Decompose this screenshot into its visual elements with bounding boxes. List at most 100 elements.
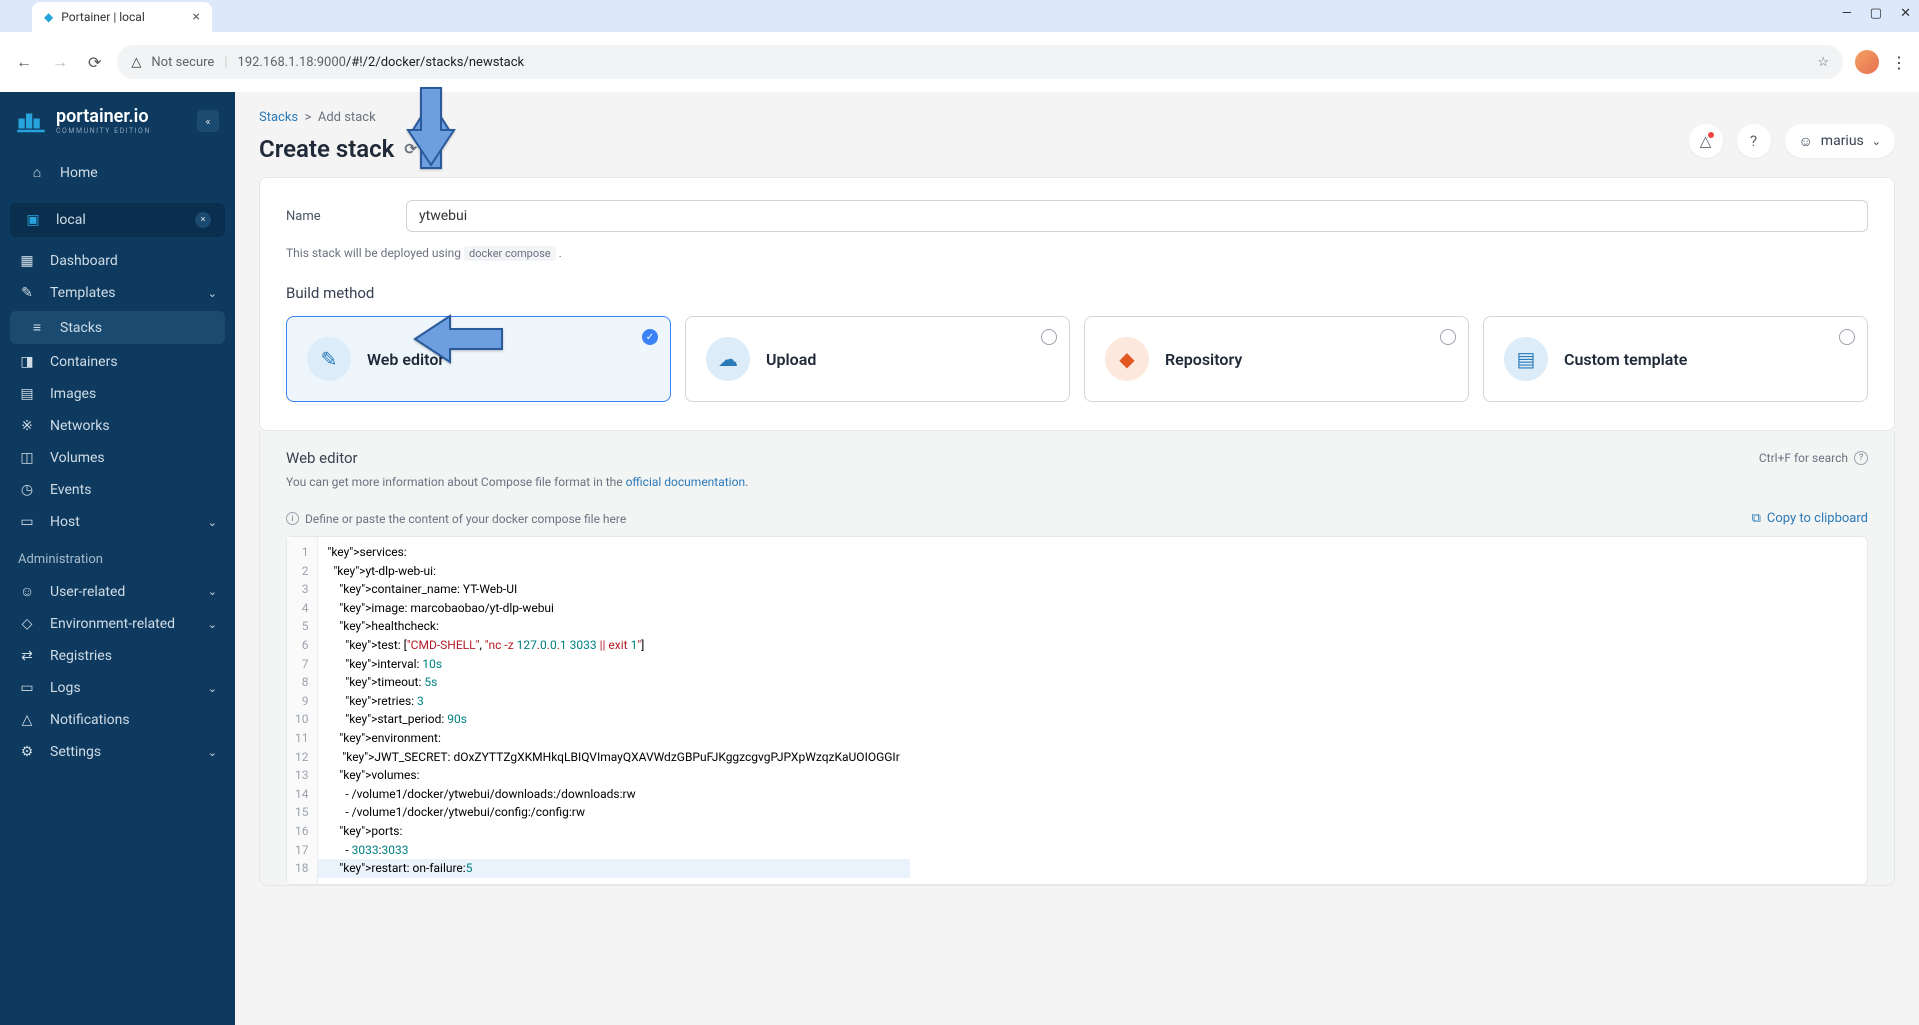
chevron-down-icon: ⌄ — [208, 287, 217, 300]
nav-volumes[interactable]: ◫Volumes — [0, 442, 235, 474]
nav-label: Stacks — [60, 320, 102, 336]
build-method-upload[interactable]: ☁ Upload — [685, 316, 1070, 402]
window-controls: — ▢ ✕ — [1842, 6, 1911, 21]
nav-label: Host — [50, 514, 80, 530]
nav-label: Dashboard — [50, 253, 118, 269]
annotation-arrow-name — [396, 80, 466, 174]
chevron-down-icon: ⌄ — [208, 746, 217, 759]
nav-images[interactable]: ▤Images — [0, 378, 235, 410]
user-icon: ☺ — [1799, 133, 1813, 150]
host-icon: ▭ — [18, 514, 36, 530]
build-label: Custom template — [1564, 350, 1687, 369]
registries-icon: ⇄ — [18, 648, 36, 664]
nav-registries[interactable]: ⇄ Registries — [0, 640, 235, 672]
nav-networks[interactable]: ※Networks — [0, 410, 235, 442]
docs-link[interactable]: official documentation — [626, 475, 746, 489]
nav-label: Registries — [50, 648, 112, 664]
build-label: Upload — [766, 350, 816, 369]
tab-close-icon[interactable]: × — [193, 9, 200, 25]
tab-favicon: ◆ — [44, 10, 53, 24]
help-button[interactable]: ? — [1737, 124, 1771, 158]
radio-icon — [1041, 329, 1057, 345]
gear-icon: ⚙ — [18, 744, 36, 760]
back-icon[interactable]: ← — [12, 48, 36, 76]
build-label: Repository — [1165, 350, 1242, 369]
nav-label: Templates — [50, 285, 116, 301]
nav-label: User-related — [50, 584, 125, 600]
minimize-icon[interactable]: — — [1842, 6, 1852, 21]
breadcrumb-current: Add stack — [318, 110, 376, 125]
nav-env-related[interactable]: ◇Environment-related⌄ — [0, 608, 235, 640]
stacks-icon: ≡ — [28, 319, 46, 336]
reload-icon[interactable]: ⟳ — [84, 49, 105, 76]
code-content[interactable]: "key">services: "key">yt-dlp-web-ui: "ke… — [318, 537, 910, 884]
search-hint: Ctrl+F for search ? — [1759, 451, 1868, 465]
nav-user-related[interactable]: ☺User-related⌄ — [0, 575, 235, 608]
forward-icon[interactable]: → — [48, 48, 72, 76]
security-label: Not secure — [151, 55, 214, 70]
nav-host[interactable]: ▭Host⌄ — [0, 506, 235, 538]
copy-to-clipboard-button[interactable]: ⧉ Copy to clipboard — [1752, 511, 1868, 526]
env-icon: ◇ — [18, 616, 36, 632]
logo-icon — [16, 106, 46, 136]
nav-home[interactable]: ⌂ Home — [10, 156, 225, 189]
nav-label: Containers — [50, 354, 118, 370]
maximize-icon[interactable]: ▢ — [1870, 6, 1882, 21]
nav-label: Settings — [50, 744, 101, 760]
nav-label: Home — [60, 165, 98, 181]
chevron-down-icon: ⌄ — [208, 682, 217, 695]
url-bar[interactable]: △ Not secure | 192.168.1.18:9000/#!/2/do… — [117, 45, 1843, 79]
nav-templates[interactable]: ✎Templates⌄ — [0, 277, 235, 309]
close-window-icon[interactable]: ✕ — [1900, 6, 1911, 21]
build-method-repository[interactable]: ◆ Repository — [1084, 316, 1469, 402]
url-path: /#!/2/docker/stacks/newstack — [346, 55, 524, 70]
nav-label: Notifications — [50, 712, 130, 728]
user-name: marius — [1821, 133, 1864, 149]
nav-containers[interactable]: ◨ Containers — [0, 346, 235, 378]
breadcrumb-root[interactable]: Stacks — [259, 110, 298, 125]
breadcrumb: Stacks > Add stack — [259, 110, 417, 125]
nav-dashboard[interactable]: ▦Dashboard — [0, 245, 235, 277]
logo-text: portainer.io — [56, 108, 151, 126]
user-menu-button[interactable]: ☺ marius ⌄ — [1785, 124, 1896, 158]
build-method-custom-template[interactable]: ▤ Custom template — [1483, 316, 1868, 402]
collapse-sidebar-button[interactable]: « — [197, 110, 219, 132]
radio-icon — [1440, 329, 1456, 345]
notifications-button[interactable]: △ — [1689, 124, 1723, 158]
browser-chrome: ◆ Portainer | local × — ▢ ✕ ← → ⟳ △ Not … — [0, 0, 1919, 92]
browser-tab[interactable]: ◆ Portainer | local × — [32, 2, 212, 32]
url-host: 192.168.1.18:9000 — [238, 55, 346, 70]
deploy-hint: This stack will be deployed using docker… — [286, 246, 1868, 260]
editor-info: You can get more information about Compo… — [286, 475, 1868, 489]
volumes-icon: ◫ — [18, 450, 36, 466]
radio-checked-icon: ✓ — [642, 329, 658, 345]
nav-stacks[interactable]: ≡ Stacks — [10, 311, 225, 344]
build-method-label: Build method — [286, 284, 1868, 302]
edit-icon: ✎ — [307, 337, 351, 381]
nav-events[interactable]: ◷Events — [0, 474, 235, 506]
help-icon[interactable]: ? — [1854, 451, 1868, 465]
bookmark-icon[interactable]: ☆ — [1817, 55, 1829, 70]
nav-environment[interactable]: ▣ local × — [10, 203, 225, 237]
bell-icon: △ — [18, 712, 36, 728]
tab-title: Portainer | local — [61, 10, 145, 24]
code-editor[interactable]: 123456789101112131415161718 "key">servic… — [286, 536, 1868, 885]
security-icon: △ — [131, 55, 141, 70]
nav-logs[interactable]: ▭Logs⌄ — [0, 672, 235, 704]
menu-icon[interactable]: ⋮ — [1891, 53, 1907, 72]
nav-label: Logs — [50, 680, 81, 696]
home-icon: ⌂ — [28, 164, 46, 181]
containers-icon: ◨ — [18, 354, 36, 370]
nav-label: Environment-related — [50, 616, 175, 632]
nav-settings[interactable]: ⚙ Settings ⌄ — [0, 736, 235, 768]
radio-icon — [1839, 329, 1855, 345]
name-input[interactable] — [406, 200, 1868, 232]
sidebar-header: portainer.io COMMUNITY EDITION « — [0, 92, 235, 150]
notification-dot — [1708, 132, 1714, 138]
nav-label: Networks — [50, 418, 110, 434]
env-close-icon[interactable]: × — [195, 212, 211, 228]
line-gutter: 123456789101112131415161718 — [287, 537, 318, 884]
nav-notifications[interactable]: △ Notifications — [0, 704, 235, 736]
profile-avatar[interactable] — [1855, 50, 1879, 74]
logo-subtitle: COMMUNITY EDITION — [56, 128, 151, 135]
